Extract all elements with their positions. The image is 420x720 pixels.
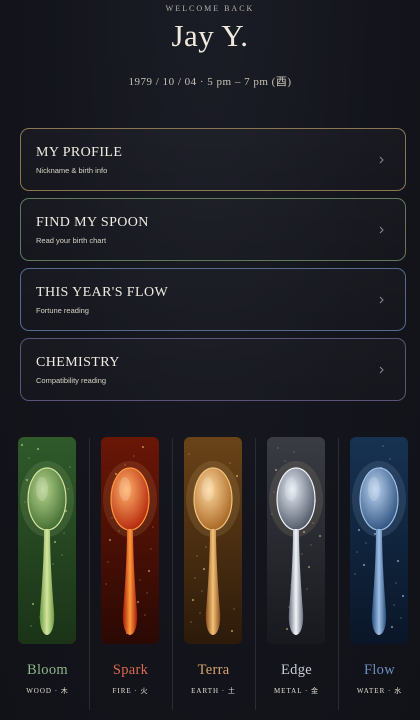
spoon-name: Terra (197, 662, 230, 678)
spoon-card-water[interactable] (350, 437, 408, 644)
spoon-option-fire: Spark FIRE · 火 (89, 430, 172, 720)
menu-card-title: FIND MY SPOON (36, 215, 149, 230)
spoon-element: METAL · 金 (273, 687, 320, 695)
menu-card-title: CHEMISTRY (36, 355, 120, 370)
chevron-right-icon (379, 296, 384, 304)
chevron-right-icon (379, 226, 384, 234)
menu-card-title: MY PROFILE (36, 145, 123, 160)
metal-spoon-icon (267, 437, 325, 644)
menu-card-this-years-flow[interactable]: THIS YEAR'S FLOW Fortune reading (20, 268, 406, 331)
birth-info: 1979 / 10 / 04 · 5 pm – 7 pm (酉) (128, 76, 292, 88)
spoon-element: EARTH · 土 (191, 687, 236, 695)
spoon-option-metal: Edge METAL · 金 (255, 430, 338, 720)
menu-card-my-profile[interactable]: MY PROFILE Nickname & birth info (20, 128, 406, 191)
spoon-name: Bloom (27, 662, 68, 678)
earth-spoon-icon (184, 437, 242, 644)
welcome-label: WELCOME BACK (165, 4, 255, 13)
chevron-right-icon (379, 366, 384, 374)
chevron-right-icon (379, 156, 384, 164)
spoon-element: WOOD · 木 (26, 687, 69, 695)
water-spoon-icon (350, 437, 408, 644)
spoon-gallery: Bloom WOOD · 木 Spark FIRE · 火 Terra EART… (0, 430, 420, 720)
spoon-name: Edge (281, 662, 312, 678)
menu-card-subtitle: Compatibility reading (36, 376, 107, 385)
spoon-card-earth[interactable] (184, 437, 242, 644)
menu-card-subtitle: Read your birth chart (36, 236, 107, 245)
spoon-option-wood: Bloom WOOD · 木 (6, 430, 89, 720)
spoon-name: Spark (112, 662, 149, 678)
wood-spoon-icon (18, 437, 76, 644)
spoon-card-fire[interactable] (101, 437, 159, 644)
spoon-option-earth: Terra EARTH · 土 (172, 430, 255, 720)
spoon-card-metal[interactable] (267, 437, 325, 644)
spoon-element: WATER · 水 (356, 687, 403, 695)
spoon-name: Flow (363, 662, 395, 678)
menu-card-title: THIS YEAR'S FLOW (36, 285, 169, 300)
fire-spoon-icon (101, 437, 159, 644)
menu-card-subtitle: Fortune reading (36, 306, 89, 315)
spoon-card-wood[interactable] (18, 437, 76, 644)
user-name: Jay Y. (171, 18, 249, 53)
spoon-element: FIRE · 火 (112, 687, 149, 695)
spoon-option-water: Flow WATER · 水 (338, 430, 420, 720)
main-menu: MY PROFILE Nickname & birth info FIND MY… (20, 128, 406, 408)
menu-card-chemistry[interactable]: CHEMISTRY Compatibility reading (20, 338, 406, 401)
menu-card-subtitle: Nickname & birth info (36, 166, 108, 175)
menu-card-find-my-spoon[interactable]: FIND MY SPOON Read your birth chart (20, 198, 406, 261)
